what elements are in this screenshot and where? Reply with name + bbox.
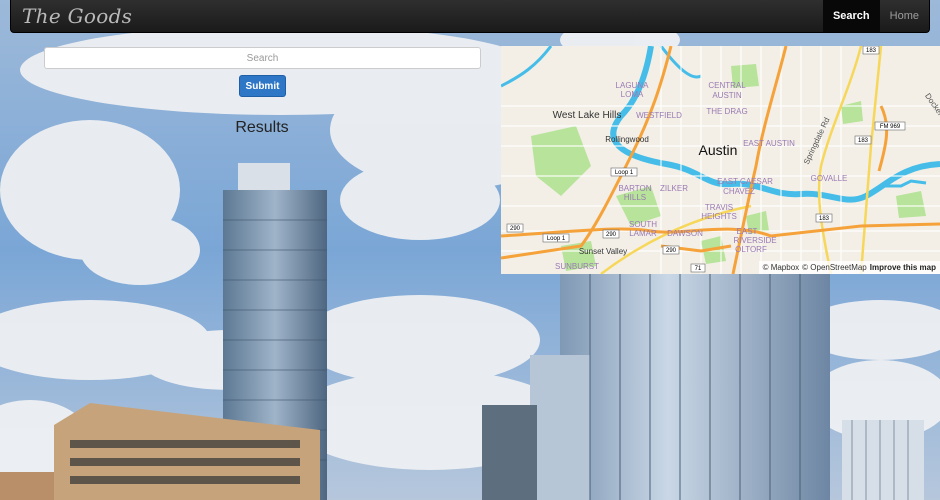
label-sunburst: SUNBURST	[555, 262, 599, 271]
label-east-caesar: EAST CAESAR	[717, 177, 773, 186]
label-south: SOUTH	[629, 220, 657, 229]
shield-290-b: 290	[606, 232, 617, 238]
label-barton: BARTON	[618, 184, 651, 193]
label-westfield: WESTFIELD	[636, 111, 682, 120]
label-sunset-valley: Sunset Valley	[579, 247, 627, 256]
navbar: The Goods Search Home	[10, 0, 930, 33]
brand-logo[interactable]: The Goods	[11, 4, 132, 28]
search-input[interactable]	[44, 47, 481, 69]
label-lamar: LAMAR	[629, 229, 657, 238]
shield-loop1-a: Loop 1	[615, 170, 634, 176]
nav-links: Search Home	[822, 0, 929, 32]
shield-183-top: 183	[866, 48, 877, 54]
label-austin-sub: AUSTIN	[712, 91, 742, 100]
shield-fm969: FM 969	[880, 124, 901, 130]
improve-map-link[interactable]: Improve this map	[870, 263, 936, 272]
label-oltorf: OLTORF	[735, 245, 767, 254]
attribution-osm-link[interactable]: © OpenStreetMap	[802, 263, 867, 272]
label-west-lake-hills: West Lake Hills	[553, 110, 622, 121]
shield-183-mid: 183	[858, 138, 869, 144]
label-chavez: CHAVEZ	[723, 187, 755, 196]
label-travis: TRAVIS	[705, 203, 733, 212]
label-rollingwood: Rollingwood	[605, 135, 649, 144]
label-city-austin: Austin	[699, 142, 738, 158]
label-east-austin: EAST AUSTIN	[743, 139, 795, 148]
label-east: EAST	[737, 227, 758, 236]
label-dawson: DAWSON	[667, 229, 703, 238]
nav-link-home[interactable]: Home	[880, 0, 929, 32]
label-laguna: LAGUNA	[616, 81, 650, 90]
label-govalle: GOVALLE	[811, 174, 848, 183]
label-central: CENTRAL	[708, 81, 746, 90]
label-loma: LOMA	[621, 90, 644, 99]
label-the-drag: THE DRAG	[706, 107, 747, 116]
shield-loop1-b: Loop 1	[547, 236, 566, 242]
label-riverside: RIVERSIDE	[733, 236, 776, 245]
results-heading: Results	[235, 119, 289, 136]
shield-183-low: 183	[819, 216, 830, 222]
shield-290-a: 290	[510, 226, 521, 232]
map-view[interactable]: West Lake Hills Rollingwood LAGUNA LOMA …	[501, 46, 940, 274]
shield-71: 71	[695, 266, 702, 272]
label-hills: HILLS	[624, 193, 646, 202]
submit-button[interactable]: Submit	[239, 75, 286, 97]
nav-link-search[interactable]: Search	[822, 0, 880, 32]
label-zilker: ZILKER	[660, 184, 688, 193]
shield-290-c: 290	[666, 248, 677, 254]
attribution-mapbox-link[interactable]: © Mapbox	[763, 263, 800, 272]
map-attribution: © Mapbox © OpenStreetMap Improve this ma…	[758, 261, 940, 274]
map-tiles[interactable]: West Lake Hills Rollingwood LAGUNA LOMA …	[501, 46, 940, 274]
label-heights: HEIGHTS	[701, 212, 737, 221]
